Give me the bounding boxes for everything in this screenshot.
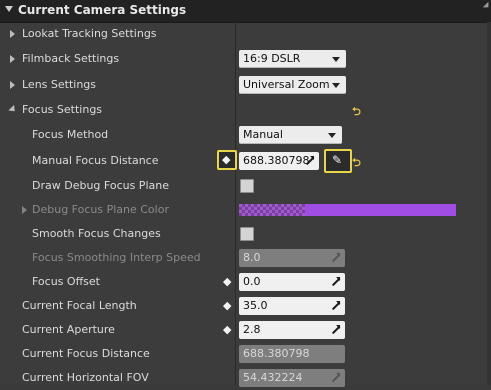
current-focus-distance-readonly: 688.380798	[239, 345, 345, 363]
dropdown-value: 16:9 DSLR	[243, 52, 301, 65]
row-label: Manual Focus Distance	[32, 154, 159, 167]
row-label: Current Focal Length	[22, 299, 137, 312]
collapse-arrow-icon[interactable]	[8, 104, 18, 115]
row-manual-focus-distance: Manual Focus Distance ◆ 688.380798 ✎ ⮌	[0, 149, 491, 173]
current-aperture-input[interactable]: 2.8	[239, 321, 345, 339]
row-filmback-settings: Filmback Settings 16:9 DSLR	[0, 47, 491, 71]
row-label: Filmback Settings	[22, 52, 120, 65]
dropdown-value: Universal Zoom	[243, 78, 330, 91]
row-label: Smooth Focus Changes	[32, 227, 161, 240]
row-debug-focus-plane-color: Debug Focus Plane Color	[0, 198, 491, 222]
keyframe-diamond-icon[interactable]: ◆	[217, 150, 237, 170]
lens-preset-dropdown[interactable]: Universal Zoom	[239, 76, 346, 94]
manual-focus-distance-input[interactable]: 688.380798	[239, 152, 319, 170]
row-lens-settings: Lens Settings Universal Zoom	[0, 73, 491, 97]
numeric-value: 688.380798	[243, 154, 310, 167]
expand-arrow-icon[interactable]	[22, 206, 27, 214]
drag-arrow-icon	[331, 277, 340, 286]
eyedropper-icon[interactable]: ✎	[324, 149, 352, 173]
row-label: Current Aperture	[22, 323, 115, 336]
chevron-down-icon	[332, 83, 340, 88]
row-current-focal-length: Current Focal Length ◆ 35.0	[0, 294, 491, 318]
numeric-value: 688.380798	[243, 347, 310, 360]
row-label: Focus Method	[32, 128, 109, 141]
resize-corner-icon	[482, 1, 491, 11]
filmback-preset-dropdown[interactable]: 16:9 DSLR	[239, 50, 346, 68]
numeric-value: 2.8	[243, 323, 261, 336]
chevron-down-icon	[332, 57, 340, 62]
row-label: Draw Debug Focus Plane	[32, 179, 169, 192]
row-current-focus-distance: Current Focus Distance 688.380798	[0, 342, 491, 366]
row-label: Focus Smoothing Interp Speed	[32, 251, 201, 264]
draw-debug-focus-plane-checkbox[interactable]	[240, 179, 254, 193]
row-lookat-tracking-settings[interactable]: Lookat Tracking Settings	[0, 22, 491, 46]
reset-to-default-icon[interactable]: ⮌	[352, 105, 361, 118]
chevron-down-icon	[328, 133, 336, 138]
focus-offset-input[interactable]: 0.0	[239, 273, 345, 291]
row-focus-method: Focus Method Manual	[0, 123, 491, 147]
drag-arrow-icon	[331, 301, 340, 310]
row-label: Current Focus Distance	[22, 347, 150, 360]
row-label: Lens Settings	[22, 78, 97, 91]
numeric-value: 54.432224	[243, 371, 303, 384]
category-header[interactable]: Current Camera Settings	[0, 0, 491, 23]
keyframe-diamond-icon[interactable]: ◆	[220, 298, 238, 316]
debug-focus-plane-color-swatch[interactable]	[239, 204, 456, 216]
drag-arrow-icon	[331, 253, 340, 262]
keyframe-diamond-icon[interactable]: ◆	[220, 322, 238, 340]
row-draw-debug-focus-plane: Draw Debug Focus Plane	[0, 174, 491, 198]
row-focus-offset: Focus Offset ◆ 0.0	[0, 270, 491, 294]
reset-to-default-icon[interactable]: ⮌	[352, 156, 361, 169]
row-label: Lookat Tracking Settings	[22, 27, 157, 40]
row-label: Current Horizontal FOV	[22, 371, 149, 384]
focus-method-dropdown[interactable]: Manual	[239, 126, 342, 144]
expand-arrow-icon[interactable]	[10, 30, 15, 38]
row-current-horizontal-fov: Current Horizontal FOV 54.432224	[0, 366, 491, 390]
smooth-focus-changes-checkbox[interactable]	[240, 227, 254, 241]
row-smooth-focus-changes: Smooth Focus Changes	[0, 222, 491, 246]
current-focal-length-input[interactable]: 35.0	[239, 297, 345, 315]
expand-arrow-icon[interactable]	[10, 55, 15, 63]
row-focus-smoothing-interp-speed: Focus Smoothing Interp Speed 8.0	[0, 246, 491, 270]
expand-arrow-icon[interactable]	[10, 81, 15, 89]
numeric-value: 0.0	[243, 275, 261, 288]
current-horizontal-fov-readonly: 54.432224	[239, 369, 345, 387]
alpha-checker-pattern	[239, 204, 305, 216]
drag-arrow-icon	[331, 373, 340, 382]
keyframe-diamond-icon[interactable]: ◆	[220, 274, 238, 292]
dropdown-value: Manual	[243, 128, 283, 141]
row-focus-settings[interactable]: Focus Settings ⮌	[0, 98, 491, 122]
row-current-aperture: Current Aperture ◆ 2.8	[0, 318, 491, 342]
focus-smoothing-interp-speed-input: 8.0	[239, 249, 345, 267]
category-title: Current Camera Settings	[18, 3, 187, 17]
drag-arrow-icon	[305, 156, 314, 165]
row-label: Debug Focus Plane Color	[32, 203, 169, 216]
collapse-arrow-icon[interactable]	[5, 6, 13, 12]
row-label: Focus Settings	[22, 103, 103, 116]
numeric-value: 35.0	[243, 299, 268, 312]
row-label: Focus Offset	[32, 275, 100, 288]
details-panel: Current Camera Settings Lookat Tracking …	[0, 0, 491, 387]
drag-arrow-icon	[331, 325, 340, 334]
numeric-value: 8.0	[243, 251, 261, 264]
